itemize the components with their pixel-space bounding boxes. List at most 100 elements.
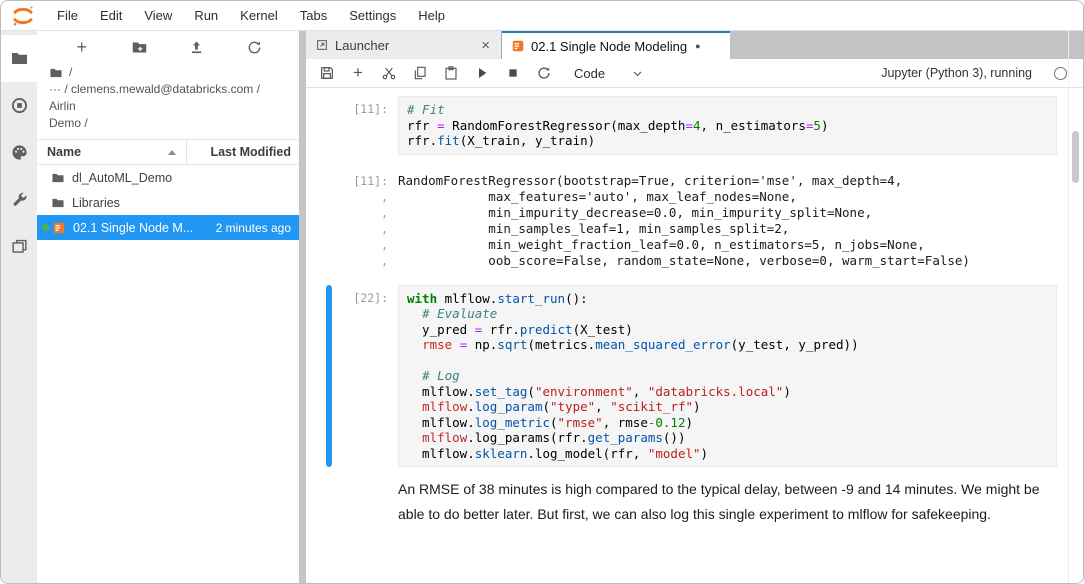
markdown-cell: An RMSE of 38 minutes is high compared t… (326, 475, 1057, 527)
upload-button[interactable] (186, 36, 208, 58)
copy-cells-button[interactable] (411, 64, 429, 82)
file-name: Libraries (72, 196, 120, 210)
file-list-header: Name Last Modified (37, 139, 299, 165)
upload-icon (188, 39, 205, 56)
run-icon (474, 65, 490, 81)
tab-label: 02.1 Single Node Modeling (531, 39, 687, 54)
save-icon (319, 65, 335, 81)
main-area: Launcher × 02.1 Single Node Modeling ● + (306, 31, 1083, 583)
new-launcher-button[interactable]: + (71, 36, 93, 58)
open-tabs-icon (10, 237, 29, 256)
jupyterlab-window: File Edit View Run Kernel Tabs Settings … (0, 0, 1084, 584)
sort-ascending-icon (168, 150, 176, 155)
cell-prompt: [11]: (332, 96, 398, 155)
file-name: dl_AutoML_Demo (72, 171, 172, 185)
folder-icon (51, 171, 65, 185)
tab-label: Launcher (335, 38, 389, 53)
kernel-indicator-icon (1054, 67, 1067, 80)
breadcrumb[interactable]: / ··· / clemens.mewald@databricks.com / … (37, 63, 299, 139)
markdown-text: An RMSE of 38 minutes is high compared t… (398, 475, 1057, 527)
notebook-cells: [11]:# Fitrfr = RandomForestRegressor(ma… (306, 88, 1083, 583)
cell-prompt (332, 475, 398, 527)
cell-prompt: [11]:,,,,, (332, 168, 398, 269)
folder-icon (51, 196, 65, 210)
breadcrumb-path-2[interactable]: Demo / (49, 115, 289, 132)
file-list: dl_AutoML_Demo Libraries 02.1 Single Node … (37, 165, 299, 583)
panel-divider[interactable] (299, 31, 306, 583)
menu-tabs[interactable]: Tabs (289, 8, 338, 23)
file-row[interactable]: Libraries (37, 190, 299, 215)
cut-cells-button[interactable] (380, 64, 398, 82)
column-modified-header[interactable]: Last Modified (187, 145, 299, 159)
file-browser-panel: + / ··· / clemens.mewald@databricks.com … (37, 31, 299, 583)
menu-file[interactable]: File (46, 8, 89, 23)
stop-icon (505, 65, 521, 81)
sidebar-tab-files[interactable] (1, 35, 37, 82)
sidebar-tab-open-tabs[interactable] (1, 223, 37, 270)
file-modified: 2 minutes ago (216, 221, 299, 235)
paste-icon (443, 65, 459, 81)
activity-bar (1, 31, 37, 583)
notebook-toolbar: + Code (306, 59, 1083, 88)
sidebar-tab-running[interactable] (1, 82, 37, 129)
sidebar-tab-inspector[interactable] (1, 176, 37, 223)
tab-notebook[interactable]: 02.1 Single Node Modeling ● (502, 31, 730, 59)
launcher-icon (315, 38, 329, 52)
cell-prompt: [22]: (332, 285, 398, 468)
menu-kernel[interactable]: Kernel (229, 8, 289, 23)
file-row[interactable]: 02.1 Single Node M... 2 minutes ago (37, 215, 299, 240)
tab-launcher[interactable]: Launcher × (306, 31, 502, 59)
column-name-header[interactable]: Name (37, 140, 187, 164)
kernel-status-text: Jupyter (Python 3), running (881, 66, 1032, 80)
paste-cells-button[interactable] (442, 64, 460, 82)
home-folder-icon (49, 66, 63, 80)
restart-icon (536, 65, 552, 81)
sidebar-tab-commands[interactable] (1, 129, 37, 176)
code-editor[interactable]: # Fitrfr = RandomForestRegressor(max_dep… (398, 96, 1057, 155)
chevron-down-icon (631, 67, 644, 80)
plus-icon: + (353, 63, 363, 83)
menu-bar: File Edit View Run Kernel Tabs Settings … (1, 1, 1083, 31)
menu-help[interactable]: Help (407, 8, 456, 23)
output-cell: [11]:,,,,,RandomForestRegressor(bootstra… (326, 163, 1057, 269)
new-folder-button[interactable] (128, 36, 150, 58)
refresh-button[interactable] (243, 36, 265, 58)
new-folder-icon (131, 39, 148, 56)
unsaved-changes-dot[interactable]: ● (695, 41, 700, 51)
plus-icon: + (76, 37, 87, 58)
wrench-icon (10, 190, 29, 209)
code-cell: [11]:# Fitrfr = RandomForestRegressor(ma… (326, 96, 1057, 155)
restart-kernel-button[interactable] (535, 64, 553, 82)
refresh-icon (246, 39, 263, 56)
code-editor[interactable]: with mlflow.start_run(): # Evaluate y_pr… (398, 285, 1057, 468)
run-button[interactable] (473, 64, 491, 82)
notebook-icon (511, 39, 525, 53)
output-text: RandomForestRegressor(bootstrap=True, cr… (398, 168, 1049, 269)
breadcrumb-root[interactable]: / (69, 64, 72, 81)
code-cell: [22]:with mlflow.start_run(): # Evaluate… (326, 285, 1057, 468)
save-button[interactable] (318, 64, 336, 82)
folder-icon (10, 49, 29, 68)
file-browser-toolbar: + (37, 31, 299, 63)
menu-edit[interactable]: Edit (89, 8, 133, 23)
menu-settings[interactable]: Settings (338, 8, 407, 23)
running-sessions-icon (10, 96, 29, 115)
palette-icon (10, 143, 29, 162)
cell-type-value: Code (574, 66, 605, 81)
notebook-icon (52, 221, 66, 235)
menu-view[interactable]: View (133, 8, 183, 23)
close-tab-button[interactable]: × (479, 38, 492, 53)
menu-run[interactable]: Run (183, 8, 229, 23)
breadcrumb-path[interactable]: ··· / clemens.mewald@databricks.com / Ai… (49, 81, 289, 115)
kernel-running-dot (42, 224, 49, 231)
cell-type-dropdown[interactable]: Code (574, 66, 644, 81)
stop-button[interactable] (504, 64, 522, 82)
add-cell-button[interactable]: + (349, 64, 367, 82)
scissors-icon (381, 65, 397, 81)
copy-icon (412, 65, 428, 81)
file-name: 02.1 Single Node M... (73, 221, 193, 235)
file-row[interactable]: dl_AutoML_Demo (37, 165, 299, 190)
jupyter-logo-icon (10, 3, 36, 29)
scrollbar-track[interactable] (1068, 31, 1083, 583)
scrollbar-thumb[interactable] (1072, 131, 1079, 183)
